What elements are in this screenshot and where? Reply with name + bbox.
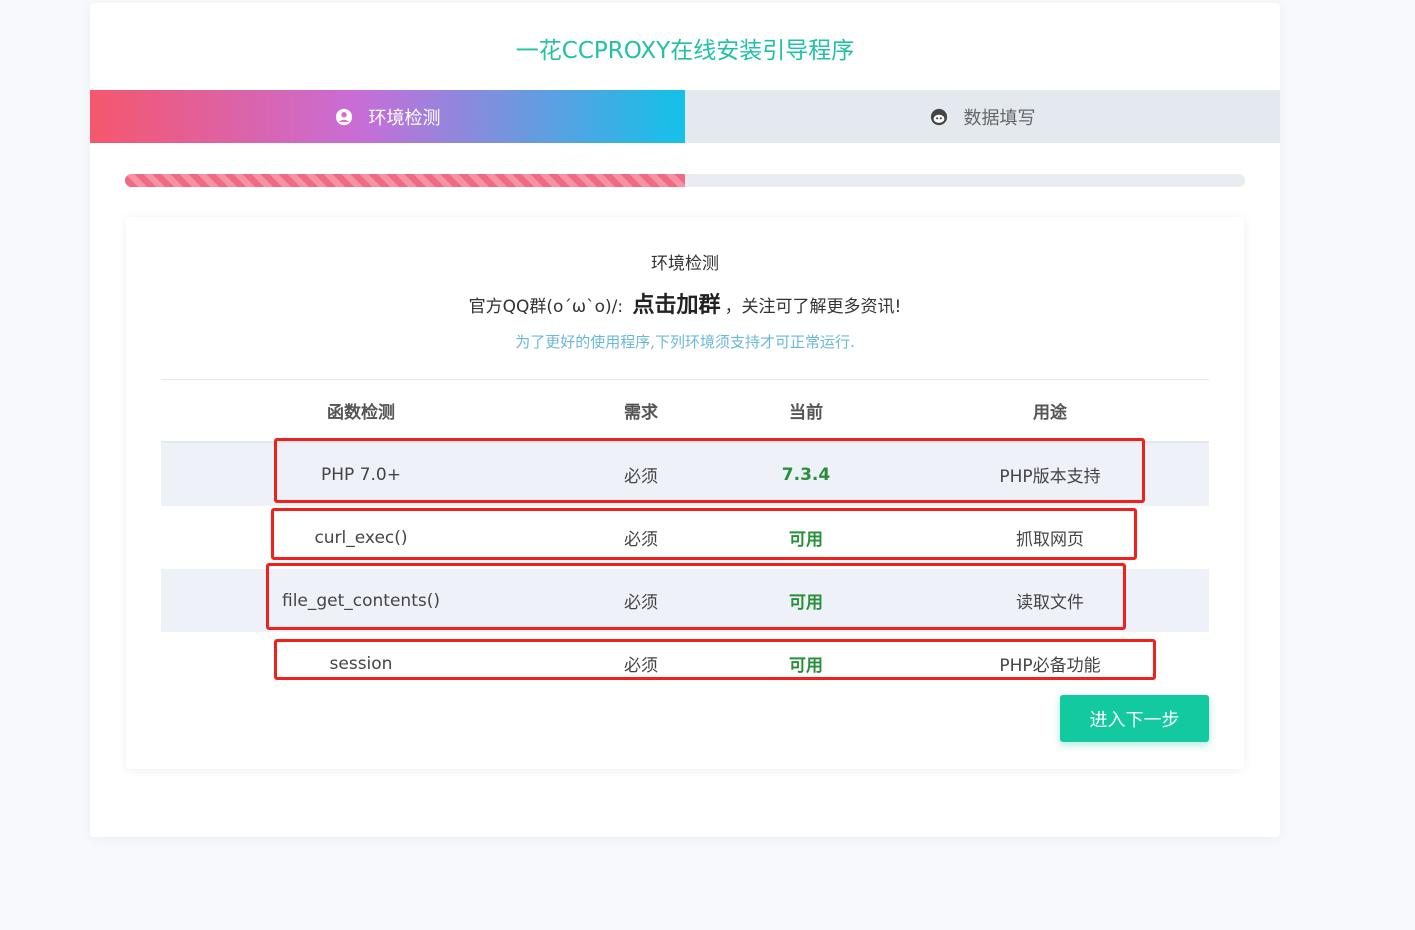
cell-current: 可用 [789,656,823,676]
table-row: PHP 7.0+ 必须 7.3.4 PHP版本支持 [161,443,1209,506]
table-row: curl_exec() 必须 可用 抓取网页 [161,506,1209,569]
cell-requirement: 必须 [624,467,658,487]
cell-usage: 抓取网页 [1016,530,1084,550]
env-check-table: 函数检测 需求 当前 用途 PHP 7.0+ 必须 7.3.4 PHP版本支持 … [161,379,1209,695]
tab-env-check[interactable]: 环境检测 [90,90,685,143]
cell-requirement: 必须 [624,593,658,613]
cell-current: 可用 [789,530,823,550]
app-title: 一花CCPROXY在线安装引导程序 [515,38,855,64]
user-circle-icon [335,108,352,125]
cell-current: 7.3.4 [781,464,831,485]
step-tabs: 环境检测 数据填写 [90,90,1280,143]
cell-function: file_get_contents() [281,590,440,611]
qq-prefix: 官方QQ群(o´ω`o)/: [468,297,624,317]
col-function-check: 函数检测 [327,403,395,423]
env-hint-text: 为了更好的使用程序,下列环境须支持才可正常运行. [515,333,855,351]
cell-usage: PHP必备功能 [999,656,1101,676]
cell-requirement: 必须 [624,656,658,676]
col-current: 当前 [789,403,823,423]
cell-current: 可用 [789,593,823,613]
table-row: session 必须 可用 PHP必备功能 [161,632,1209,695]
tab-data-fill-label: 数据填写 [963,107,1036,129]
qq-suffix: ，关注可了解更多资讯! [724,297,902,317]
cell-usage: PHP版本支持 [999,467,1101,487]
install-card: 一花CCPROXY在线安装引导程序 环境检测 数据填写 环境检测 官方QQ群(o… [90,3,1280,837]
tab-data-fill[interactable]: 数据填写 [685,90,1280,143]
col-requirement: 需求 [624,403,658,423]
join-qq-group-link[interactable]: 点击加群 [633,293,721,318]
cell-function: PHP 7.0+ [321,464,401,485]
panel-title: 环境检测 [651,254,719,274]
face-icon [930,108,947,125]
cell-requirement: 必须 [624,530,658,550]
env-check-panel: 环境检测 官方QQ群(o´ω`o)/: 点击加群 ，关注可了解更多资讯! 为了更好… [126,217,1244,769]
install-progress-bar [125,174,1245,187]
table-row: file_get_contents() 必须 可用 读取文件 [161,569,1209,632]
cell-usage: 读取文件 [1016,593,1084,613]
col-usage: 用途 [1033,403,1067,423]
progress-fill [125,174,685,187]
next-step-button[interactable]: 进入下一步 [1060,695,1209,742]
cell-function: session [329,653,393,674]
tab-env-check-label: 环境检测 [368,107,441,129]
table-header: 函数检测 需求 当前 用途 [161,380,1209,443]
qq-group-line: 官方QQ群(o´ω`o)/: 点击加群 ，关注可了解更多资讯! [126,287,1244,319]
cell-function: curl_exec() [314,527,408,548]
